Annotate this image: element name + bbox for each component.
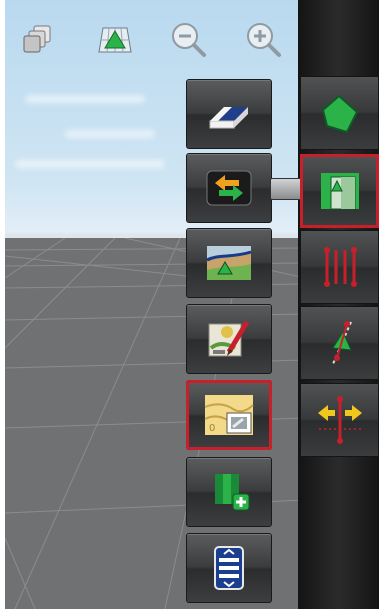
headland-guidance-button[interactable] bbox=[300, 154, 379, 228]
map-edit-button[interactable] bbox=[186, 304, 272, 374]
eraser-button[interactable] bbox=[186, 79, 272, 149]
menu-connector bbox=[270, 178, 304, 200]
zoom-in-icon[interactable] bbox=[242, 18, 286, 62]
sky-cloud bbox=[25, 95, 145, 103]
shift-line-icon bbox=[317, 396, 362, 444]
swap-arrows-icon bbox=[206, 170, 252, 206]
sky-cloud bbox=[15, 160, 165, 168]
sky-cloud bbox=[65, 130, 155, 138]
guidance-lines-button[interactable] bbox=[300, 230, 379, 304]
guidance-lines-icon bbox=[323, 247, 357, 287]
map-edit-icon bbox=[208, 320, 250, 357]
field-boundary-map-button[interactable]: 0 bbox=[186, 380, 272, 450]
shift-line-button[interactable] bbox=[300, 383, 379, 457]
add-section-icon bbox=[215, 474, 250, 511]
field-elevation-icon bbox=[206, 246, 252, 280]
field-map-icon[interactable] bbox=[93, 18, 137, 62]
field-elevation-button[interactable] bbox=[186, 228, 272, 298]
guidance-steer-button[interactable] bbox=[300, 306, 379, 380]
scroll-button[interactable] bbox=[186, 533, 272, 603]
svg-text:0: 0 bbox=[209, 423, 215, 434]
guidance-steer-icon bbox=[331, 321, 352, 365]
field-polygon-icon bbox=[321, 94, 358, 134]
eraser-icon bbox=[209, 107, 248, 129]
swap-button[interactable] bbox=[186, 153, 272, 223]
zoom-out-icon[interactable] bbox=[167, 18, 211, 62]
headland-guidance-icon bbox=[320, 173, 359, 210]
add-section-button[interactable] bbox=[186, 457, 272, 527]
layers-icon[interactable] bbox=[17, 18, 61, 62]
field-boundary-map-icon: 0 bbox=[204, 395, 254, 435]
field-polygon-button[interactable] bbox=[300, 76, 379, 150]
scroll-icon bbox=[214, 546, 244, 590]
